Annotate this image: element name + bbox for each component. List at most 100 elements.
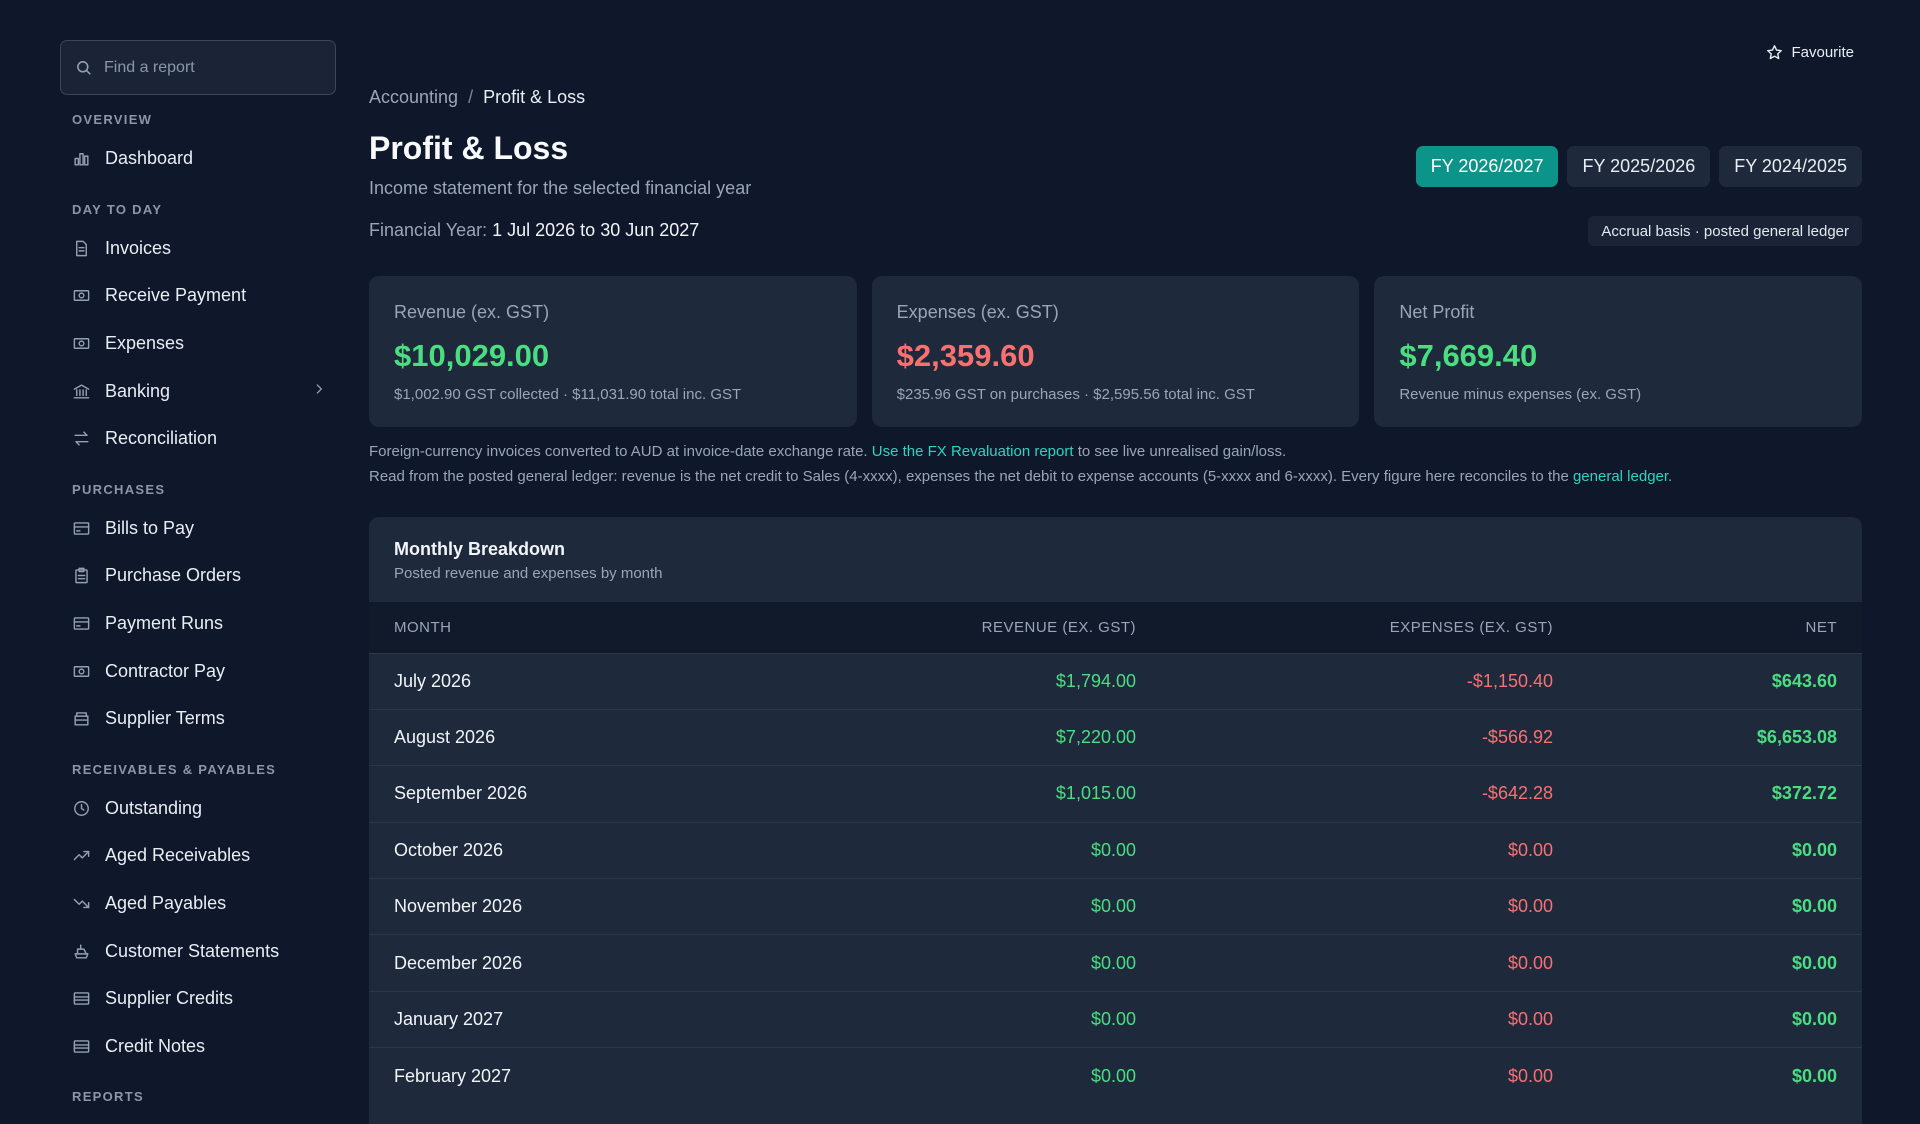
month-cell: December 2026 xyxy=(394,952,523,973)
expenses-card: Expenses (ex. GST) $2,359.60 $235.96 GST… xyxy=(871,276,1360,427)
sidebar-item-label: Dashboard xyxy=(105,148,194,169)
month-cell: July 2026 xyxy=(394,670,472,691)
net-cell: $643.60 xyxy=(1771,670,1837,691)
search-input[interactable] xyxy=(104,58,324,77)
sidebar-item-label: Supplier Terms xyxy=(105,708,225,729)
table-row[interactable]: December 2026 $0.00 $0.00 $0.00 xyxy=(369,934,1862,991)
month-cell: August 2026 xyxy=(394,727,496,748)
expenses-cell: -$642.28 xyxy=(1481,783,1553,804)
sidebar-item-label: Supplier Credits xyxy=(105,988,234,1009)
sidebar-item-label: Outstanding xyxy=(105,797,203,818)
trending-down-icon xyxy=(72,894,91,913)
archive-icon xyxy=(72,709,91,728)
list-icon xyxy=(72,989,91,1008)
table-row[interactable]: July 2026 $1,794.00 -$1,150.40 $643.60 xyxy=(369,653,1862,709)
financial-year-label: Financial Year: xyxy=(369,220,488,240)
table-row[interactable]: October 2026 $0.00 $0.00 $0.00 xyxy=(369,822,1862,878)
fx-note: Foreign-currency invoices converted to A… xyxy=(369,443,1286,460)
table-row[interactable]: February 2027 $0.00 $0.00 $0.00 xyxy=(369,1047,1862,1104)
table-row[interactable]: November 2026 $0.00 $0.00 $0.00 xyxy=(369,878,1862,935)
column-expenses[interactable]: EXPENSES (EX. GST) xyxy=(1161,602,1578,653)
monthly-breakdown-title: Monthly Breakdown xyxy=(394,539,566,559)
sidebar-item-label: Aged Receivables xyxy=(105,845,251,866)
breadcrumb: Accounting / Profit & Loss xyxy=(369,87,585,108)
revenue-cell: $1,794.00 xyxy=(1055,670,1136,691)
revenue-card-value: $10,029.00 xyxy=(394,338,550,373)
sidebar-item-reconciliation[interactable]: Reconciliation xyxy=(60,415,336,463)
bar-chart-icon xyxy=(72,149,91,168)
net-cell: $0.00 xyxy=(1791,839,1837,860)
sidebar-item-label: Credit Notes xyxy=(105,1035,206,1056)
ship-icon xyxy=(72,942,91,961)
fx-revaluation-link[interactable]: Use the FX Revaluation report xyxy=(872,443,1074,460)
expenses-cell: $0.00 xyxy=(1507,1009,1553,1030)
sidebar-item-banking[interactable]: Banking xyxy=(60,367,336,415)
sidebar-section-overview: OVERVIEW xyxy=(72,112,153,127)
expenses-cell: $0.00 xyxy=(1507,952,1553,973)
sidebar-section-receivables-and-payables: RECEIVABLES & PAYABLES xyxy=(72,761,277,777)
list-icon xyxy=(72,1037,91,1056)
net-cell: $0.00 xyxy=(1791,896,1837,917)
financial-year-dates: 1 Jul 2026 to 30 Jun 2027 xyxy=(492,220,700,240)
sidebar-item-purchase-orders[interactable]: Purchase Orders xyxy=(60,552,336,600)
sidebar-item-receive-payment[interactable]: Receive Payment xyxy=(60,272,336,320)
monthly-breakdown-panel: Monthly Breakdown Posted revenue and exp… xyxy=(369,517,1862,1124)
net-profit-card-detail: Revenue minus expenses (ex. GST) xyxy=(1399,386,1642,403)
favourite-button[interactable]: Favourite xyxy=(1766,44,1854,61)
sidebar: OVERVIEW Dashboard DAY TO DAY Invoices Recei… xyxy=(0,0,350,1124)
accrual-basis-badge: Accrual basis · posted general ledger xyxy=(1588,216,1862,246)
sidebar-section-day-to-day: DAY TO DAY xyxy=(72,201,163,217)
expenses-cell: -$1,150.40 xyxy=(1466,670,1553,691)
sidebar-item-label: Bills to Pay xyxy=(105,517,195,538)
table-row[interactable]: January 2027 $0.00 $0.00 $0.00 xyxy=(369,991,1862,1047)
table-header-row: MONTH REVENUE (EX. GST) EXPENSES (EX. GS… xyxy=(369,602,1862,653)
sidebar-item-bills-to-pay[interactable]: Bills to Pay xyxy=(60,505,336,553)
fx-note-text: Foreign-currency invoices converted to A… xyxy=(369,443,868,460)
sidebar-item-payment-runs[interactable]: Payment Runs xyxy=(60,600,336,648)
sidebar-item-outstanding[interactable]: Outstanding xyxy=(60,785,336,833)
sidebar-item-credit-notes[interactable]: Credit Notes xyxy=(60,1023,336,1071)
sidebar-item-supplier-credits[interactable]: Supplier Credits xyxy=(60,975,336,1023)
expenses-card-value: $2,359.60 xyxy=(896,338,1035,373)
sidebar-section-purchases: PURCHASES xyxy=(72,481,166,497)
sidebar-item-invoices[interactable]: Invoices xyxy=(60,225,336,273)
revenue-card-detail: $1,002.90 GST collected · $11,031.90 tot… xyxy=(394,386,742,403)
search-box[interactable] xyxy=(60,40,336,95)
month-cell: October 2026 xyxy=(394,839,504,860)
credit-card-icon xyxy=(72,519,91,538)
expenses-cell: -$566.92 xyxy=(1481,727,1553,748)
revenue-cell: $7,220.00 xyxy=(1055,727,1136,748)
sidebar-item-expenses[interactable]: Expenses xyxy=(60,320,336,368)
chevron-right-icon[interactable] xyxy=(312,382,326,401)
ledger-note-tail: . xyxy=(1668,468,1673,485)
general-ledger-link[interactable]: general ledger xyxy=(1573,468,1668,485)
column-net[interactable]: NET xyxy=(1578,602,1862,653)
sidebar-item-customer-statements[interactable]: Customer Statements xyxy=(60,927,336,975)
column-month[interactable]: MONTH xyxy=(369,602,826,653)
banknote-icon xyxy=(72,334,91,353)
tab-fy-2024-2025[interactable]: FY 2024/2025 xyxy=(1719,146,1862,187)
sidebar-item-aged-receivables[interactable]: Aged Receivables xyxy=(60,832,336,880)
tab-fy-2026-2027[interactable]: FY 2026/2027 xyxy=(1415,146,1559,187)
sidebar-item-contractor-pay[interactable]: Contractor Pay xyxy=(60,647,336,695)
month-cell: September 2026 xyxy=(394,783,528,804)
banknote-icon xyxy=(72,662,91,681)
revenue-cell: $1,015.00 xyxy=(1055,783,1136,804)
sidebar-item-label: Reconciliation xyxy=(105,428,218,449)
sidebar-item-label: Payment Runs xyxy=(105,613,224,634)
summary-cards: Revenue (ex. GST) $10,029.00 $1,002.90 G… xyxy=(369,276,1863,427)
bank-icon xyxy=(72,382,91,401)
month-cell: January 2027 xyxy=(394,1009,504,1030)
sidebar-item-dashboard[interactable]: Dashboard xyxy=(60,135,336,183)
column-revenue[interactable]: REVENUE (EX. GST) xyxy=(826,602,1161,653)
tab-fy-2025-2026[interactable]: FY 2025/2026 xyxy=(1567,146,1711,187)
table-row[interactable]: September 2026 $1,015.00 -$642.28 $372.72 xyxy=(369,765,1862,822)
monthly-breakdown-table: MONTH REVENUE (EX. GST) EXPENSES (EX. GS… xyxy=(369,602,1862,1104)
sidebar-nav: OVERVIEW Dashboard DAY TO DAY Invoices Recei… xyxy=(60,104,336,1112)
sidebar-item-supplier-terms[interactable]: Supplier Terms xyxy=(60,695,336,743)
month-cell: November 2026 xyxy=(394,896,523,917)
breadcrumb-accounting[interactable]: Accounting xyxy=(369,87,458,108)
sidebar-item-aged-payables[interactable]: Aged Payables xyxy=(60,880,336,928)
table-row[interactable]: August 2026 $7,220.00 -$566.92 $6,653.08 xyxy=(369,709,1862,765)
star-icon xyxy=(1767,45,1783,60)
